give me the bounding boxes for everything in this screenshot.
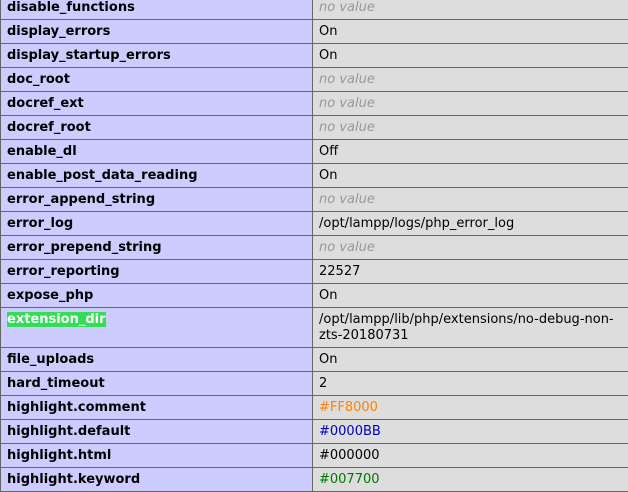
directive-name-cell: display_startup_errors bbox=[1, 44, 313, 68]
directive-value-cell: Off bbox=[313, 140, 628, 164]
directive-name-cell: highlight.default bbox=[1, 420, 313, 444]
directive-name: error_append_string bbox=[7, 192, 155, 207]
directive-value: #0000BB bbox=[319, 424, 381, 439]
directive-name-cell: hard_timeout bbox=[1, 372, 313, 396]
directive-name-cell: expose_php bbox=[1, 284, 313, 308]
directive-row: display_startup_errors On bbox=[1, 44, 628, 68]
directive-no-value: no value bbox=[319, 72, 375, 87]
directive-value-cell: On bbox=[313, 348, 628, 372]
directive-row: error_log/opt/lampp/logs/php_error_log bbox=[1, 212, 628, 236]
directive-value: On bbox=[319, 168, 337, 183]
directive-row: highlight.default #0000BB bbox=[1, 420, 628, 444]
directive-name-cell: docref_ext bbox=[1, 92, 313, 116]
directive-name-cell: doc_root bbox=[1, 68, 313, 92]
directive-name-cell: file_uploads bbox=[1, 348, 313, 372]
directive-value-cell: no value bbox=[313, 0, 628, 20]
directive-value-cell: no value bbox=[313, 68, 628, 92]
directive-value: /opt/lampp/logs/php_error_log bbox=[319, 216, 514, 231]
directive-value: 2 bbox=[319, 376, 327, 391]
directive-value-cell: no value bbox=[313, 236, 628, 260]
directive-row: error_prepend_string no value bbox=[1, 236, 628, 260]
directive-value-cell: no value bbox=[313, 92, 628, 116]
directive-name-cell: error_prepend_string bbox=[1, 236, 313, 260]
directive-value-cell: 22527 bbox=[313, 260, 628, 284]
directive-name: docref_root bbox=[7, 120, 91, 135]
directive-no-value: no value bbox=[319, 96, 375, 111]
directive-name: display_startup_errors bbox=[7, 48, 171, 63]
directive-value: 22527 bbox=[319, 264, 360, 279]
directive-name-cell: highlight.comment bbox=[1, 396, 313, 420]
directive-value-cell: On bbox=[313, 284, 628, 308]
directive-value-cell: /opt/lampp/lib/php/extensions/no-debug-n… bbox=[313, 308, 628, 348]
directive-name-cell: error_reporting bbox=[1, 260, 313, 284]
directive-name: docref_ext bbox=[7, 96, 84, 111]
directive-name: hard_timeout bbox=[7, 376, 105, 391]
directive-row: error_reporting 22527 bbox=[1, 260, 628, 284]
directive-row: display_errors On bbox=[1, 20, 628, 44]
php-directives-table: disable_functionsno valuedisplay_errorsO… bbox=[0, 0, 628, 492]
directive-value: /opt/lampp/lib/php/extensions/no-debug-n… bbox=[319, 312, 614, 343]
directive-row: highlight.comment #FF8000 bbox=[1, 396, 628, 420]
directive-name: disable_functions bbox=[7, 0, 135, 15]
directive-row: expose_php On bbox=[1, 284, 628, 308]
directive-value: On bbox=[319, 352, 337, 367]
directive-value-cell: On bbox=[313, 164, 628, 188]
directive-row: highlight.html #000000 bbox=[1, 444, 628, 468]
directive-name-cell: enable_post_data_reading bbox=[1, 164, 313, 188]
directive-name: highlight.default bbox=[7, 424, 130, 439]
directive-name-search-highlight: extension_dir bbox=[7, 312, 106, 327]
directive-name: error_log bbox=[7, 216, 73, 231]
directive-row: docref_root no value bbox=[1, 116, 628, 140]
directive-name-cell: display_errors bbox=[1, 20, 313, 44]
directive-name: error_reporting bbox=[7, 264, 120, 279]
directive-name-cell: error_append_string bbox=[1, 188, 313, 212]
directive-value-cell: no value bbox=[313, 188, 628, 212]
directive-value-cell: 2 bbox=[313, 372, 628, 396]
directive-name-cell: extension_dir bbox=[1, 308, 313, 348]
directive-name-cell: docref_root bbox=[1, 116, 313, 140]
directive-name: expose_php bbox=[7, 288, 93, 303]
directive-row: disable_functions no value bbox=[1, 0, 628, 20]
directive-value: On bbox=[319, 288, 337, 303]
directive-row: enable_dl Off bbox=[1, 140, 628, 164]
directive-value-cell: /opt/lampp/logs/php_error_log bbox=[313, 212, 628, 236]
directive-row: doc_root no value bbox=[1, 68, 628, 92]
directive-value: On bbox=[319, 24, 337, 39]
directive-row: extension_dir/opt/lampp/lib/php/extensio… bbox=[1, 308, 628, 348]
directive-row: file_uploads On bbox=[1, 348, 628, 372]
directive-name: enable_dl bbox=[7, 144, 77, 159]
directive-name: display_errors bbox=[7, 24, 110, 39]
directive-row: enable_post_data_reading On bbox=[1, 164, 628, 188]
directive-value: Off bbox=[319, 144, 338, 159]
directive-name: highlight.html bbox=[7, 448, 111, 463]
directive-name-cell: highlight.html bbox=[1, 444, 313, 468]
directive-value-cell: #FF8000 bbox=[313, 396, 628, 420]
directive-value: #000000 bbox=[319, 448, 380, 463]
directive-name-cell: enable_dl bbox=[1, 140, 313, 164]
directive-name-cell: error_log bbox=[1, 212, 313, 236]
directive-value-cell: #000000 bbox=[313, 444, 628, 468]
directive-name: file_uploads bbox=[7, 352, 94, 367]
directive-name-cell: disable_functions bbox=[1, 0, 313, 20]
directive-value: #FF8000 bbox=[319, 400, 378, 415]
directive-no-value: no value bbox=[319, 192, 375, 207]
directive-value-cell: On bbox=[313, 20, 628, 44]
directive-name: highlight.comment bbox=[7, 400, 146, 415]
directive-value-cell: no value bbox=[313, 116, 628, 140]
directive-row: error_append_string no value bbox=[1, 188, 628, 212]
directive-no-value: no value bbox=[319, 240, 375, 255]
directive-value-cell: On bbox=[313, 44, 628, 68]
directive-no-value: no value bbox=[319, 0, 375, 15]
directive-name: error_prepend_string bbox=[7, 240, 162, 255]
directive-name: enable_post_data_reading bbox=[7, 168, 198, 183]
directive-value-cell: #0000BB bbox=[313, 420, 628, 444]
directive-name: doc_root bbox=[7, 72, 70, 87]
directive-value: On bbox=[319, 48, 337, 63]
directive-row: hard_timeout 2 bbox=[1, 372, 628, 396]
directives-body: disable_functionsno valuedisplay_errorsO… bbox=[1, 0, 628, 492]
directive-no-value: no value bbox=[319, 120, 375, 135]
directive-row: docref_ext no value bbox=[1, 92, 628, 116]
